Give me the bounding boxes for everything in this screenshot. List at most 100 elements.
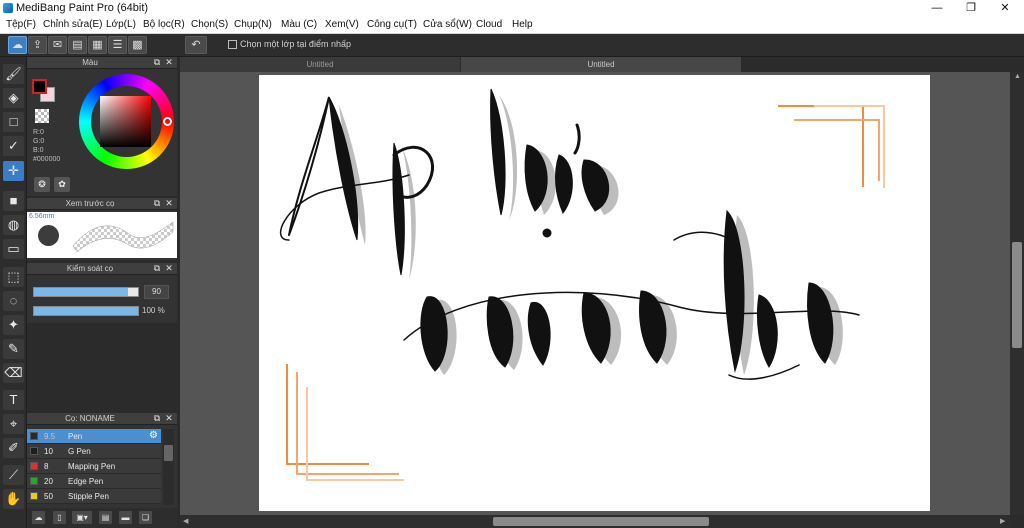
menu-cloud[interactable]: Cloud (476, 19, 502, 30)
duplicate-brush-icon[interactable]: ❏ (139, 511, 152, 524)
menu-file[interactable]: Tệp(F) (6, 19, 36, 30)
move-tool-icon[interactable]: ✛ (3, 161, 24, 181)
frame-line (794, 119, 880, 181)
color-settings-icon[interactable]: ✿ (54, 177, 70, 192)
undock-icon[interactable]: ⧉ (152, 198, 162, 209)
drawing-canvas[interactable] (259, 75, 930, 511)
brush-size-slider[interactable] (33, 287, 139, 297)
new-brush-icon[interactable]: ▯ (53, 511, 66, 524)
brush-size-input[interactable]: 90 (144, 285, 169, 299)
brush-list-header: Cọ: NONAME ⧉ ✕ (27, 413, 177, 425)
color-panel: Màu ⧉ ✕ R:0 G:0 B:0 #000000 ❂ ✿ (27, 57, 177, 196)
speech-bubble-icon[interactable]: ▤ (68, 36, 87, 54)
document-icon[interactable]: ▦ (88, 36, 107, 54)
panel-close-icon[interactable]: ✕ (164, 198, 174, 209)
eyedropper-tool-icon[interactable]: ⟋ (3, 465, 24, 485)
bucket-tool-icon[interactable]: ◍ (3, 215, 24, 235)
select-layer-checkbox[interactable] (228, 40, 237, 49)
menu-tools[interactable]: Công cụ(T) (367, 19, 417, 30)
menu-view[interactable]: Xem(V) (325, 19, 359, 30)
brush-list-scrollbar[interactable] (163, 429, 174, 505)
window-title: MediBang Paint Pro (64bit) (16, 2, 149, 14)
brush-folder-icon[interactable]: ▬ (119, 511, 132, 524)
cloud-sync-icon[interactable]: ☁ (8, 36, 27, 54)
menu-filter[interactable]: Bộ lọc(R) (143, 19, 185, 30)
lasso-tool-icon[interactable]: ◌ (3, 291, 24, 311)
undock-icon[interactable]: ⧉ (152, 263, 162, 274)
add-brush-dropdown-icon[interactable]: ▣▾ (72, 511, 92, 524)
menu-snap[interactable]: Chụp(N) (234, 19, 272, 30)
cloud-brush-icon[interactable]: ☁ (32, 511, 45, 524)
brush-preview-size: 6.56mm (29, 213, 55, 220)
grid-icon[interactable]: ▩ (128, 36, 147, 54)
foreground-color-swatch[interactable] (32, 79, 47, 94)
tab-untitled-2[interactable]: Untitled (461, 57, 741, 72)
panel-close-icon[interactable]: ✕ (164, 263, 174, 274)
menu-edit[interactable]: Chỉnh sửa(E) (43, 19, 103, 30)
brush-tool-icon[interactable]: 🖌 (3, 64, 24, 84)
undo-icon[interactable]: ↶ (185, 36, 207, 54)
share-icon[interactable]: ⇪ (28, 36, 47, 54)
menu-layer[interactable]: Lớp(L) (106, 19, 136, 30)
dot-tool-icon[interactable]: □ (3, 112, 24, 132)
text-tool-icon[interactable]: T (3, 390, 24, 410)
brush-item[interactable]: 20 Edge Pen (27, 474, 161, 489)
maximize-button[interactable]: ❐ (954, 0, 988, 17)
scroll-left-icon[interactable]: ◀ (183, 517, 188, 525)
horizontal-scrollbar[interactable]: ◀ ▶ (180, 515, 1010, 528)
magic-wand-tool-icon[interactable]: ✦ (3, 315, 24, 335)
gear-icon[interactable]: ⚙ (149, 430, 158, 441)
panel-close-icon[interactable]: ✕ (164, 57, 174, 68)
hue-handle[interactable] (163, 117, 172, 126)
vertical-scrollbar[interactable]: ▲ (1010, 72, 1024, 515)
divide-tool-icon[interactable]: ✐ (3, 438, 24, 458)
select-pen-tool-icon[interactable]: ✎ (3, 339, 24, 359)
brush-color-swatch (30, 432, 38, 440)
scroll-up-icon[interactable]: ▲ (1014, 73, 1021, 80)
menu-help[interactable]: Help (512, 19, 533, 30)
brush-preview-area: 6.56mm (27, 212, 177, 258)
letter-l-stem (490, 88, 506, 216)
hand-tool-icon[interactable]: ✋ (3, 489, 24, 509)
brush-item[interactable]: 50 Stipple Pen (27, 489, 161, 504)
saturation-value-square[interactable] (100, 96, 151, 147)
menu-color[interactable]: Màu (C) (281, 19, 317, 30)
select-eraser-tool-icon[interactable]: ⌫ (3, 363, 24, 383)
palette-icon[interactable]: ❂ (34, 177, 50, 192)
color-r-value: R:0 (33, 129, 44, 136)
panel-close-icon[interactable]: ✕ (164, 413, 174, 424)
brush-panel-toolbar: ☁ ▯ ▣▾ ▤ ▬ ❏ (27, 508, 177, 528)
undock-icon[interactable]: ⧉ (152, 57, 162, 68)
brush-item[interactable]: 9.5 Pen ⚙ (27, 429, 161, 444)
scroll-right-icon[interactable]: ▶ (1000, 517, 1005, 525)
brush-item[interactable]: 10 G Pen (27, 444, 161, 459)
comment-icon[interactable]: ✉ (48, 36, 67, 54)
brush-name: Mapping Pen (68, 462, 116, 471)
brush-preview-title: Xem trước cọ (65, 199, 115, 208)
fill-rect-tool-icon[interactable]: ■ (3, 191, 24, 211)
line-tool-icon[interactable]: ✓ (3, 136, 24, 156)
brush-properties-icon[interactable]: ▤ (99, 511, 112, 524)
undock-icon[interactable]: ⧉ (152, 413, 162, 424)
scroll-thumb[interactable] (164, 445, 173, 461)
select-rect-tool-icon[interactable]: ⬚ (3, 267, 24, 287)
brush-opacity-slider[interactable] (33, 306, 139, 316)
vertical-scroll-thumb[interactable] (1012, 242, 1022, 348)
flourish-line (728, 364, 800, 380)
brush-item[interactable]: 8 Mapping Pen (27, 459, 161, 474)
horizontal-scroll-thumb[interactable] (493, 517, 709, 526)
gradient-tool-icon[interactable]: ▭ (3, 239, 24, 259)
transparent-color-swatch[interactable] (35, 109, 49, 123)
letter-u-right (555, 154, 573, 214)
tab-untitled-1[interactable]: Untitled (180, 57, 460, 72)
brush-name: Pen (68, 432, 83, 441)
menu-select[interactable]: Chọn(S) (191, 19, 228, 30)
color-panel-title: Màu (82, 58, 98, 67)
operation-tool-icon[interactable]: ⌖ (3, 414, 24, 434)
color-g-value: G:0 (33, 138, 45, 145)
menu-window[interactable]: Cửa sổ(W) (423, 19, 472, 30)
minimize-button[interactable]: — (920, 0, 954, 17)
close-button[interactable]: ✕ (988, 0, 1022, 17)
list-icon[interactable]: ☰ (108, 36, 127, 54)
eraser-tool-icon[interactable]: ◈ (3, 88, 24, 108)
